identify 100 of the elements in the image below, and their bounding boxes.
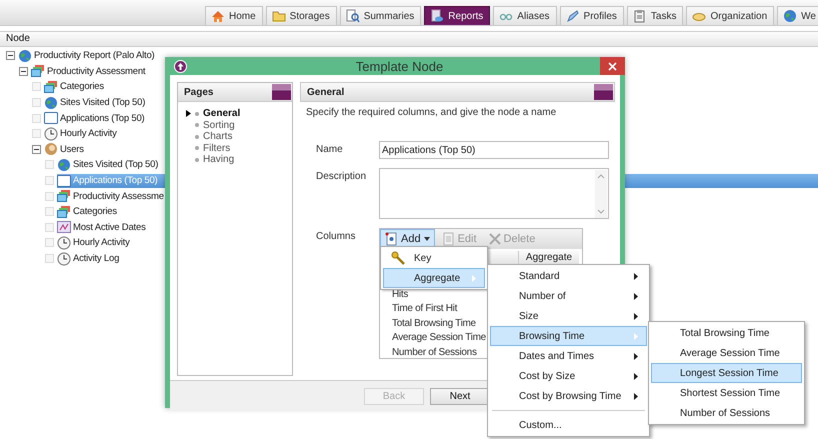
tree-item[interactable]: Productivity Assessme: [57, 189, 167, 204]
field-label: Description: [316, 170, 368, 182]
dialog-button[interactable]: Next: [430, 388, 490, 404]
close-button[interactable]: [600, 57, 625, 75]
field-label: Name: [316, 143, 344, 155]
panel-title: Pages: [183, 86, 214, 98]
menu-item[interactable]: Total Browsing Time: [651, 323, 802, 343]
name-field[interactable]: Applications (Top 50): [379, 141, 609, 159]
tree-item[interactable]: Hourly Activity: [44, 126, 120, 141]
submenu-arrow-icon: [634, 312, 638, 320]
stacked-windows-icon: [57, 204, 71, 219]
tab[interactable]: We: [777, 6, 818, 25]
stacked-windows-icon: [44, 80, 58, 94]
clock-icon: [57, 252, 71, 266]
globe-icon: [783, 9, 798, 23]
folder-icon: [272, 9, 286, 23]
pen-icon: [566, 9, 580, 23]
window-icon: [44, 111, 58, 126]
tree-item[interactable]: Applications (Top 50): [44, 111, 148, 126]
clock-icon: [57, 236, 71, 250]
tree-item[interactable]: Hourly Activity: [57, 236, 133, 250]
tab[interactable]: Home: [204, 6, 263, 25]
page-link[interactable]: Having: [203, 154, 234, 166]
globe-icon: [57, 158, 71, 172]
submenu-arrow-icon: [634, 352, 638, 360]
panel-tab-marker: [594, 84, 613, 100]
tab[interactable]: Reports: [424, 6, 490, 25]
caret-icon: [424, 237, 430, 241]
page-link[interactable]: Filters: [203, 142, 230, 154]
menu-item[interactable]: Cost by Browsing Time: [490, 386, 647, 406]
tree-item[interactable]: Most Active Dates: [57, 220, 149, 234]
menu-item[interactable]: Dates and Times: [490, 346, 647, 366]
submenu-arrow-icon: [634, 392, 638, 400]
magnifier-icon: [346, 9, 360, 23]
instructions-text: Specify the required columns, and give the node a name: [305, 106, 558, 118]
field-label: Columns: [316, 230, 356, 242]
menu-item[interactable]: Number of Sessions: [651, 403, 802, 423]
menu-item[interactable]: Aggregate: [383, 268, 485, 288]
menu-item[interactable]: Longest Session Time: [651, 363, 802, 383]
collapse-toggle[interactable]: [19, 66, 28, 76]
tree-item[interactable]: Activity Log: [57, 252, 122, 266]
submenu-arrow-icon: [634, 332, 638, 340]
menu-item[interactable]: Average Session Time: [651, 343, 802, 363]
menu-item[interactable]: Key: [383, 248, 485, 268]
globe-icon: [18, 48, 32, 63]
tree-item[interactable]: Users: [44, 142, 87, 156]
delete-icon: [488, 232, 501, 246]
menu-item[interactable]: Shortest Session Time: [651, 383, 802, 403]
bullet-icon: [195, 146, 199, 150]
column-header: Node: [0, 31, 818, 47]
collapse-toggle[interactable]: [6, 51, 15, 60]
tree-item[interactable]: Categories: [44, 80, 107, 94]
tab[interactable]: Tasks: [626, 6, 684, 25]
tree-item[interactable]: Sites Visited (Top 50): [44, 96, 148, 110]
bullet-icon: [195, 112, 199, 116]
submenu-arrow-icon: [634, 292, 638, 300]
submenu-arrow-icon: [472, 274, 476, 282]
tab[interactable]: Aliases: [493, 6, 557, 25]
scrollbar-drawing: [595, 170, 607, 218]
description-field[interactable]: [379, 168, 609, 219]
tab[interactable]: Storages: [266, 6, 337, 25]
panel-title: General: [306, 86, 346, 98]
tree-item[interactable]: Productivity Assessment: [31, 64, 148, 78]
globe-icon: [44, 96, 58, 110]
tab[interactable]: Profiles: [560, 6, 624, 25]
user-icon: [44, 142, 58, 156]
document-icon: [430, 9, 444, 23]
menu-item[interactable]: Number of: [490, 286, 647, 306]
house-icon: [210, 9, 225, 23]
menu-item[interactable]: Custom...: [490, 415, 647, 435]
page-link[interactable]: Charts: [203, 131, 232, 142]
tree-item[interactable]: Sites Visited (Top 50): [57, 158, 162, 172]
edit-icon: [442, 232, 455, 246]
key-icon: [391, 251, 405, 265]
bullet-icon: [195, 123, 199, 128]
window-icon: [57, 174, 71, 188]
page-link[interactable]: General: [203, 108, 240, 120]
tree-item[interactable]: Categories: [57, 204, 120, 219]
collapse-toggle[interactable]: [32, 144, 41, 154]
clipboard-icon: [632, 9, 647, 23]
close-icon: [608, 62, 617, 70]
submenu-arrow-icon: [634, 372, 638, 380]
window-title: Template Node: [354, 58, 444, 74]
submenu-arrow-icon: [634, 272, 638, 280]
pointer-icon: [186, 110, 191, 118]
menu-item[interactable]: Cost by Size: [490, 366, 647, 386]
menu-item[interactable]: Browsing Time: [490, 326, 647, 346]
menu-item[interactable]: Standard: [490, 266, 647, 286]
page-link[interactable]: Sorting: [203, 120, 235, 131]
bullet-icon: [195, 158, 199, 162]
clock-icon: [44, 126, 58, 141]
chart-icon: [57, 220, 71, 234]
tree-item[interactable]: Productivity Report (Palo Alto): [18, 48, 158, 63]
tab[interactable]: Summaries: [340, 6, 422, 25]
menu-item[interactable]: Size: [490, 306, 647, 326]
bullet-icon: [195, 134, 199, 139]
panel-tab-marker: [272, 84, 291, 100]
tab[interactable]: Organization: [686, 6, 774, 25]
stacked-windows-icon: [57, 189, 71, 204]
stacked-windows-icon: [31, 64, 45, 78]
